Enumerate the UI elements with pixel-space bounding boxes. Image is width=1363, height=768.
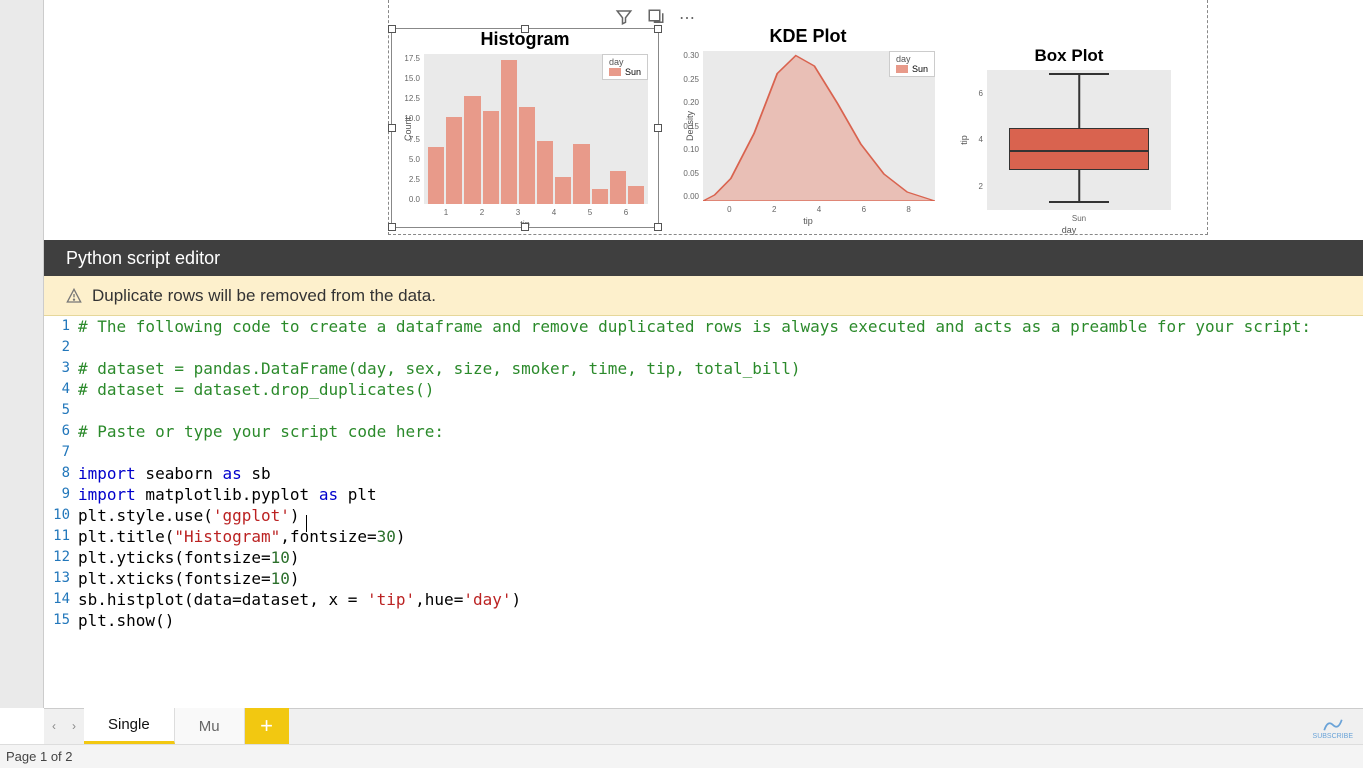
- resize-handle[interactable]: [654, 25, 662, 33]
- subscribe-badge[interactable]: SUBSCRIBE: [1313, 718, 1353, 740]
- median-line: [1009, 150, 1149, 152]
- bars: [428, 54, 644, 204]
- x-ticks: 123456: [424, 208, 648, 217]
- warning-text: Duplicate rows will be removed from the …: [92, 286, 436, 306]
- page-indicator: Page 1 of 2: [6, 749, 73, 764]
- histogram-visual[interactable]: Histogram day Sun Count 17.515.012.510.0…: [391, 28, 659, 228]
- tab-next-button[interactable]: ›: [64, 708, 84, 744]
- report-canvas[interactable]: ⋯ Histogram day Sun Count 17.515.012.510…: [44, 0, 1363, 240]
- plot-area: tip 642: [987, 70, 1171, 210]
- y-ticks: 17.515.012.510.07.55.02.50.0: [398, 54, 420, 204]
- script-editor-header: Python script editor: [44, 240, 1363, 276]
- x-ticks: Sun: [987, 214, 1171, 223]
- x-axis-label: tip: [671, 216, 945, 226]
- tab-mu[interactable]: Mu: [175, 708, 245, 744]
- resize-handle[interactable]: [388, 124, 396, 132]
- filter-icon[interactable]: [615, 8, 633, 26]
- left-margin: [0, 0, 44, 708]
- resize-handle[interactable]: [388, 223, 396, 231]
- chart-title: KDE Plot: [671, 26, 945, 47]
- chart-title: Box Plot: [957, 46, 1181, 66]
- box-rect: [1009, 128, 1149, 170]
- code-editor[interactable]: 1# The following code to create a datafr…: [44, 316, 1363, 708]
- warning-bar: Duplicate rows will be removed from the …: [44, 276, 1363, 316]
- resize-handle[interactable]: [654, 124, 662, 132]
- y-ticks: 0.300.250.200.150.100.050.00: [677, 51, 699, 201]
- more-icon[interactable]: ⋯: [679, 8, 697, 26]
- resize-handle[interactable]: [654, 223, 662, 231]
- visual-toolbar: ⋯: [615, 8, 697, 26]
- resize-handle[interactable]: [521, 223, 529, 231]
- kde-visual[interactable]: KDE Plot day Sun Density 0.300.250.200.1…: [671, 26, 945, 226]
- status-bar: Page 1 of 2: [0, 744, 1363, 768]
- resize-handle[interactable]: [521, 25, 529, 33]
- y-ticks: 642: [961, 70, 983, 210]
- tab-single[interactable]: Single: [84, 708, 175, 744]
- resize-handle[interactable]: [388, 25, 396, 33]
- focus-icon[interactable]: [647, 8, 665, 26]
- warning-icon: [66, 288, 82, 304]
- box-visual[interactable]: Box Plot tip 642 Sun day: [957, 46, 1181, 226]
- editor-title: Python script editor: [66, 248, 220, 269]
- page-tab-bar: ‹ › Single Mu + SUBSCRIBE: [44, 708, 1363, 744]
- visual-group: ⋯ Histogram day Sun Count 17.515.012.510…: [388, 0, 1208, 235]
- text-cursor: [306, 515, 307, 532]
- x-axis-label: day: [957, 225, 1181, 235]
- plot-area: day Sun Count 17.515.012.510.07.55.02.50…: [424, 54, 648, 204]
- x-ticks: 02468: [703, 205, 935, 214]
- kde-curve: [703, 51, 935, 201]
- plot-area: day Sun Density 0.300.250.200.150.100.05…: [703, 51, 935, 201]
- subscribe-icon: [1322, 718, 1344, 732]
- add-page-button[interactable]: +: [245, 708, 289, 744]
- tab-prev-button[interactable]: ‹: [44, 708, 64, 744]
